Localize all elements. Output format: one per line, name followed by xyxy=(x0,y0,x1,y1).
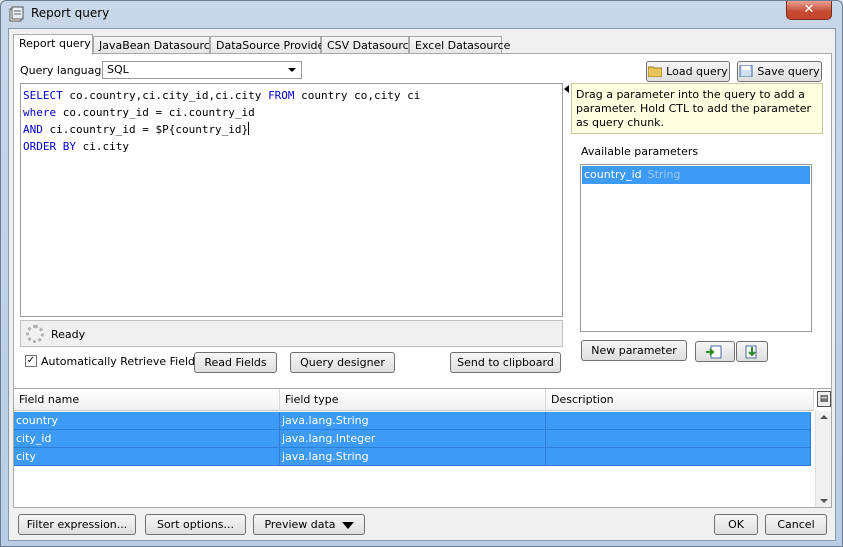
load-query-label: Load query xyxy=(666,65,728,78)
fields-table[interactable]: Field name Field type Description ▤ coun… xyxy=(13,388,832,508)
sql-text: co.country_id = ci.country_id xyxy=(56,106,255,119)
report-query-panel: Query language SQL Load query Save query… xyxy=(13,53,832,405)
tab-datasource-provider[interactable]: DataSource Provider xyxy=(210,36,329,54)
save-icon xyxy=(739,65,753,77)
sql-keyword: where xyxy=(23,106,57,119)
table-row[interactable]: country java.lang.String xyxy=(14,412,811,430)
filter-expression-button[interactable]: Filter expression... xyxy=(18,514,136,535)
table-header: Field name Field type Description xyxy=(14,389,814,411)
sort-options-button[interactable]: Sort options... xyxy=(145,514,246,535)
read-fields-button[interactable]: Read Fields xyxy=(194,352,277,373)
scroll-up-icon[interactable] xyxy=(820,415,828,419)
preview-data-button[interactable]: Preview data xyxy=(253,514,365,535)
cell-field-name: country xyxy=(14,412,280,430)
cell-field-name: city xyxy=(14,448,280,466)
status-text: Ready xyxy=(51,328,86,341)
cell-description xyxy=(546,448,811,466)
scroll-down-icon[interactable] xyxy=(820,499,828,503)
import-icon xyxy=(745,345,757,359)
cell-field-type: java.lang.Integer xyxy=(280,430,546,448)
text-caret xyxy=(248,122,250,135)
tab-csv-datasource[interactable]: CSV Datasource xyxy=(321,36,415,54)
parameter-hint: Drag a parameter into the query to add a… xyxy=(571,83,823,134)
cell-field-name: city_id xyxy=(14,430,280,448)
query-editor[interactable]: SELECT co.country,ci.city_id,ci.city FRO… xyxy=(20,83,563,317)
cell-description xyxy=(546,430,811,448)
column-chooser-icon[interactable]: ▤ xyxy=(817,391,831,407)
status-bar: Ready xyxy=(20,320,563,347)
table-row[interactable]: city_id java.lang.Integer xyxy=(14,430,811,448)
window-title: Report query xyxy=(31,6,110,20)
triangle-down-icon xyxy=(341,522,354,529)
tab-javabean-datasource[interactable]: JavaBean Datasource xyxy=(93,36,217,54)
parameter-list[interactable]: country_id String xyxy=(580,164,812,332)
close-button[interactable]: ✕ xyxy=(786,1,832,20)
cancel-button[interactable]: Cancel xyxy=(765,514,827,535)
table-scrollbar[interactable] xyxy=(815,411,831,507)
load-query-button[interactable]: Load query xyxy=(646,61,730,82)
sql-text: co.country,ci.city_id,ci.city xyxy=(62,89,269,102)
splitter-arrow-icon[interactable] xyxy=(564,85,569,93)
sql-keyword: SELECT xyxy=(23,89,63,102)
app-icon xyxy=(9,6,24,22)
column-header-field-name[interactable]: Field name xyxy=(14,389,280,411)
query-language-value: SQL xyxy=(107,63,129,76)
sql-keyword: AND xyxy=(23,123,43,136)
add-to-query-icon xyxy=(706,345,722,359)
query-line-3: AND ci.country_id = $P{country_id} xyxy=(23,121,560,138)
query-designer-button[interactable]: Query designer xyxy=(290,352,395,373)
save-query-button[interactable]: Save query xyxy=(737,61,822,82)
table-row[interactable]: city java.lang.String xyxy=(14,448,811,466)
spinner-icon xyxy=(26,325,44,343)
cell-field-type: java.lang.String xyxy=(280,412,546,430)
tab-report-query[interactable]: Report query xyxy=(13,34,93,55)
tab-excel-datasource[interactable]: Excel Datasource xyxy=(409,36,510,54)
parameter-type: String xyxy=(647,168,681,181)
preview-data-label: Preview data xyxy=(264,518,336,531)
sql-keyword: ORDER BY xyxy=(23,140,76,153)
available-parameters-label: Available parameters xyxy=(581,145,699,158)
new-parameter-button[interactable]: New parameter xyxy=(581,340,687,361)
column-header-description[interactable]: Description xyxy=(546,389,814,411)
remove-parameter-button[interactable] xyxy=(736,341,768,362)
ok-button[interactable]: OK xyxy=(714,514,758,535)
sql-text: ci.city xyxy=(75,140,129,153)
list-item[interactable]: country_id String xyxy=(582,166,810,184)
sql-text: ci.country_id = $P{country_id} xyxy=(42,123,249,136)
sql-text: country co,city ci xyxy=(294,89,421,102)
folder-icon xyxy=(648,66,663,77)
sql-keyword: FROM xyxy=(268,89,295,102)
query-line-1: SELECT co.country,ci.city_id,ci.city FRO… xyxy=(23,87,560,104)
query-line-2: where co.country_id = ci.country_id xyxy=(23,104,560,121)
send-to-clipboard-button[interactable]: Send to clipboard xyxy=(450,352,561,373)
column-header-field-type[interactable]: Field type xyxy=(280,389,546,411)
cell-description xyxy=(546,412,811,430)
auto-retrieve-label: Automatically Retrieve Fields xyxy=(41,355,201,368)
cell-field-type: java.lang.String xyxy=(280,448,546,466)
add-parameter-to-query-button[interactable] xyxy=(695,341,735,362)
query-language-select[interactable]: SQL xyxy=(102,61,302,79)
query-language-label: Query language xyxy=(20,64,109,77)
parameter-name: country_id xyxy=(584,168,642,181)
dialog-content: Report query JavaBean Datasource DataSou… xyxy=(8,28,836,541)
chevron-down-icon xyxy=(288,68,296,72)
query-line-4: ORDER BY ci.city xyxy=(23,138,560,155)
report-query-window: Report query ✕ Report query JavaBean Dat… xyxy=(0,0,843,547)
auto-retrieve-checkbox[interactable]: ✓ xyxy=(25,355,37,367)
title-bar[interactable]: Report query ✕ xyxy=(1,1,842,27)
save-query-label: Save query xyxy=(757,65,820,78)
